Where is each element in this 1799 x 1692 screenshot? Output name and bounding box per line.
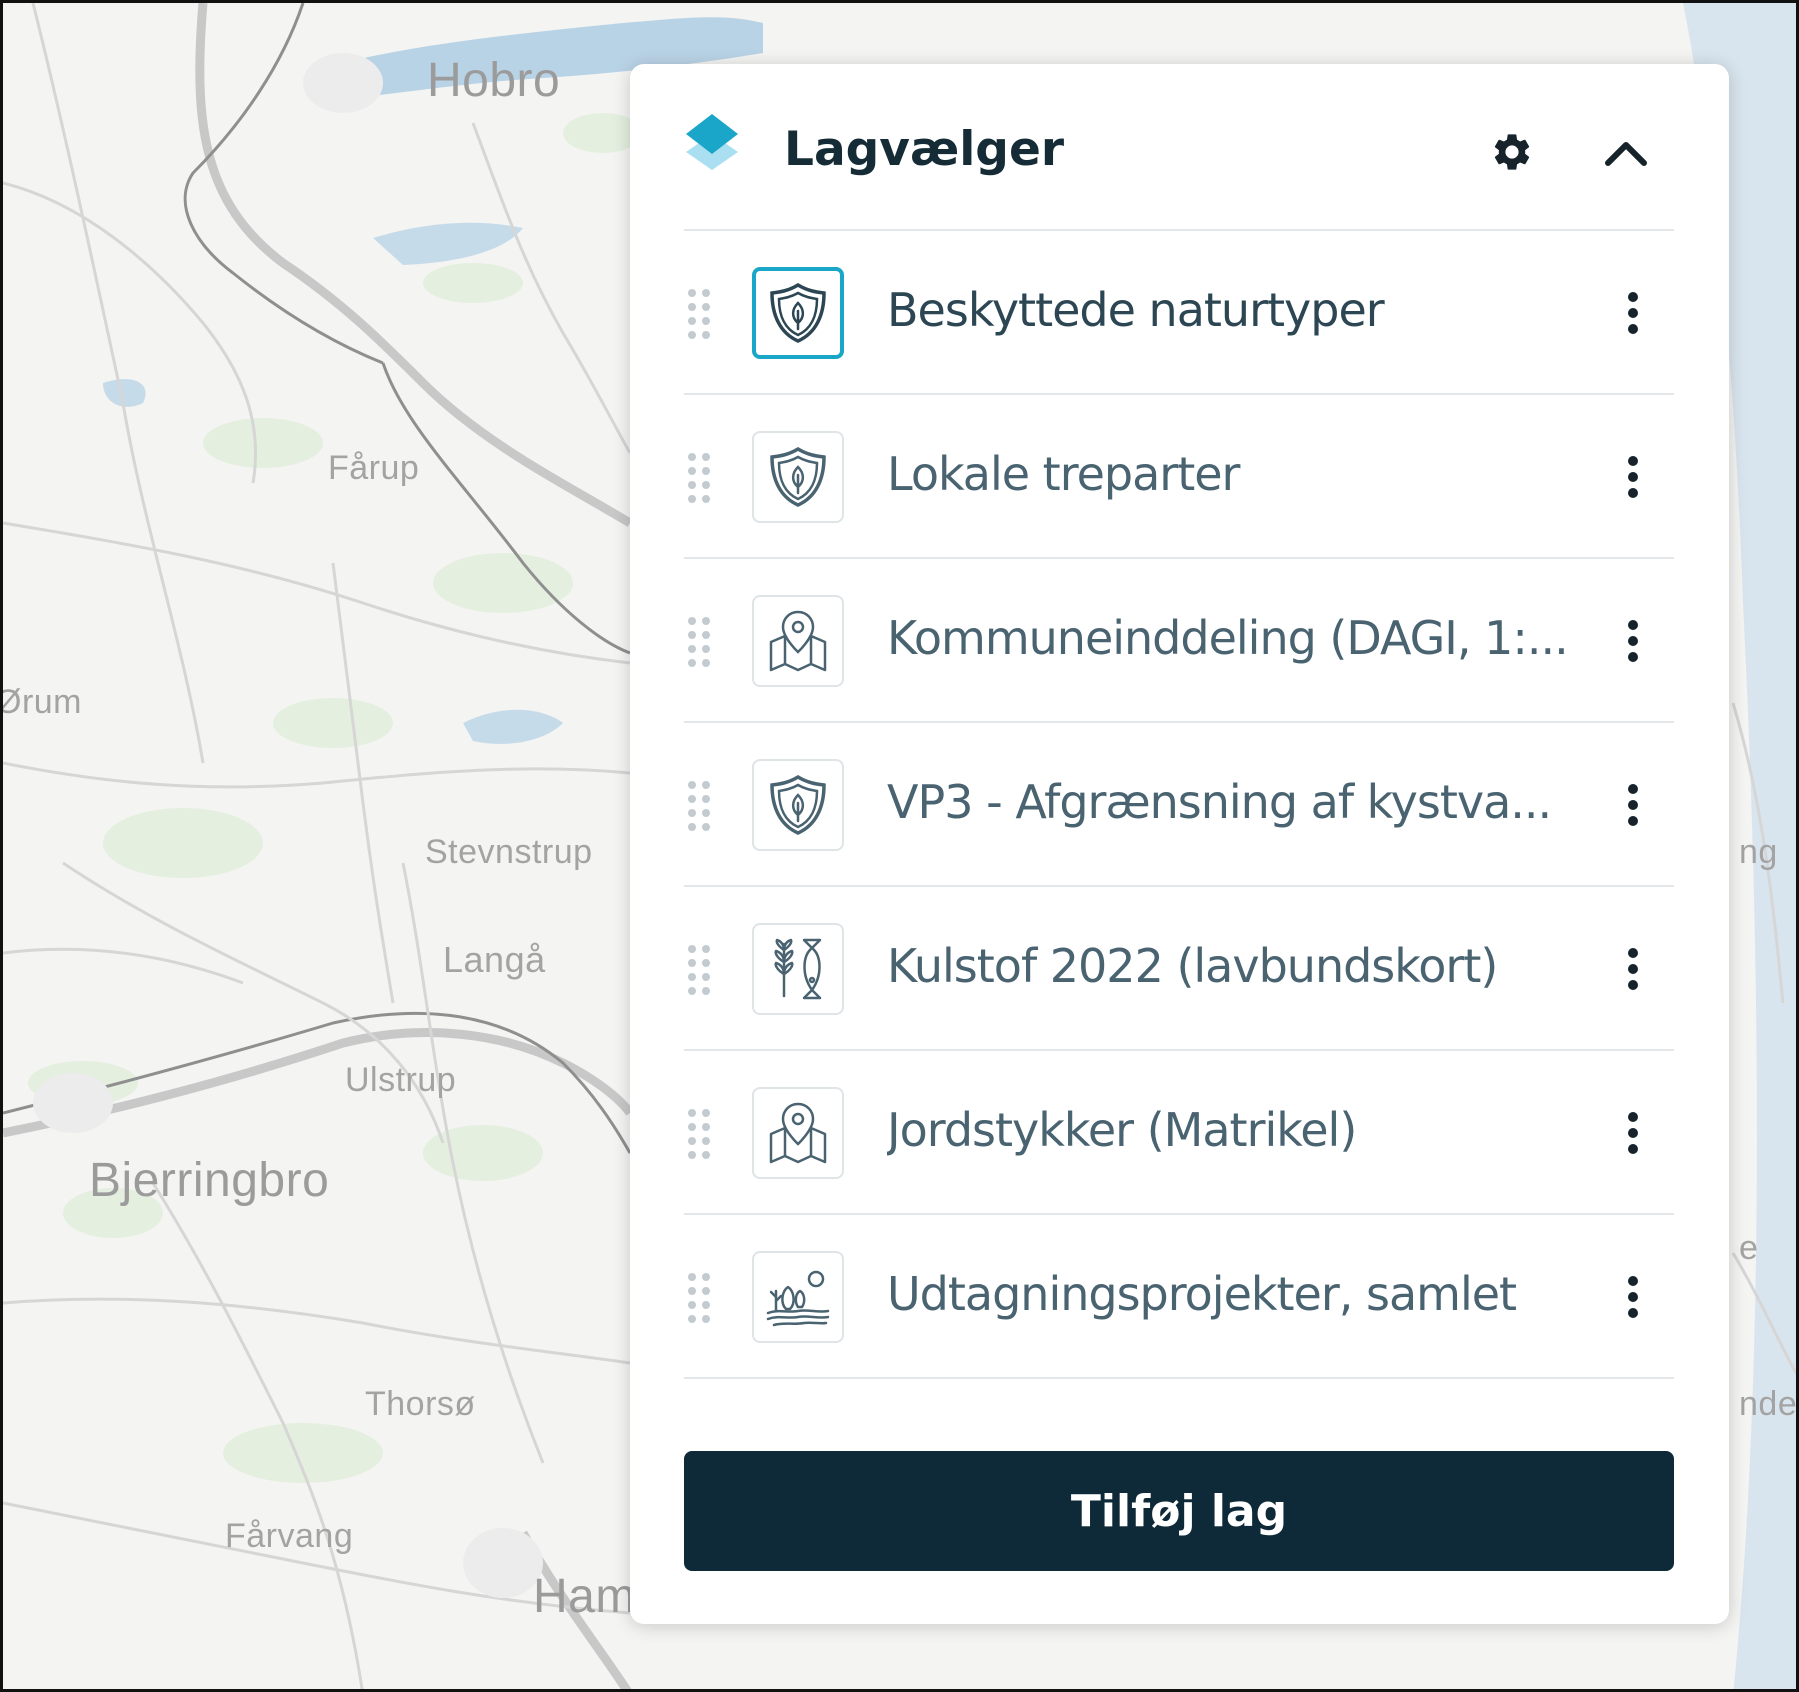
layer-row-vp3-afgraensning[interactable]: VP3 - Afgrænsning af kystva... bbox=[684, 723, 1674, 887]
landscape-icon bbox=[766, 1270, 830, 1327]
layer-list: Beskyttede naturtyper Lokale treparter K… bbox=[684, 231, 1674, 1379]
map-label-farup: Fårup bbox=[328, 449, 420, 487]
map-label-farvang: Fårvang bbox=[225, 1517, 354, 1555]
panel-header: Lagvælger bbox=[684, 104, 1674, 204]
layer-thumbnail bbox=[752, 267, 844, 359]
more-vertical-icon bbox=[1628, 1276, 1638, 1318]
settings-button[interactable] bbox=[1484, 124, 1540, 180]
screenshot-frame: Hobro Fårup Ørum Stevnstrup Langå Ulstru… bbox=[0, 0, 1799, 1692]
drag-handle-icon[interactable] bbox=[684, 1271, 714, 1327]
layer-thumbnail bbox=[752, 431, 844, 523]
layer-picker-panel: Lagvælger Beskyttede naturtyper Lokale t… bbox=[630, 64, 1729, 1624]
map-label-edge-nde: nde bbox=[1739, 1385, 1798, 1423]
layer-thumbnail bbox=[752, 1251, 844, 1343]
layer-row-kulstof-2022[interactable]: Kulstof 2022 (lavbundskort) bbox=[684, 887, 1674, 1051]
collapse-button[interactable] bbox=[1596, 122, 1656, 182]
more-vertical-icon bbox=[1628, 948, 1638, 990]
chevron-up-icon bbox=[1605, 142, 1647, 166]
drag-handle-icon[interactable] bbox=[684, 1107, 714, 1163]
layer-more-button[interactable] bbox=[1618, 1105, 1648, 1161]
wheat-fish-icon bbox=[774, 938, 822, 1000]
layer-label: Kulstof 2022 (lavbundskort) bbox=[887, 939, 1498, 993]
layer-label: Lokale treparter bbox=[887, 447, 1240, 501]
more-vertical-icon bbox=[1628, 292, 1638, 334]
shield-leaf-icon bbox=[770, 774, 826, 835]
layer-label: VP3 - Afgrænsning af kystva... bbox=[887, 775, 1552, 829]
shield-leaf-icon bbox=[770, 282, 826, 343]
layer-label: Udtagningsprojekter, samlet bbox=[887, 1267, 1517, 1321]
drag-handle-icon[interactable] bbox=[684, 943, 714, 999]
shield-leaf-icon bbox=[770, 446, 826, 507]
add-layer-button[interactable]: Tilføj lag bbox=[684, 1451, 1674, 1571]
layer-more-button[interactable] bbox=[1618, 285, 1648, 341]
map-pin-icon bbox=[769, 1102, 827, 1164]
gear-icon bbox=[1494, 134, 1530, 170]
map-label-orum: Ørum bbox=[0, 683, 82, 721]
layer-more-button[interactable] bbox=[1618, 1269, 1648, 1325]
layer-more-button[interactable] bbox=[1618, 777, 1648, 833]
map-label-ulstrup: Ulstrup bbox=[345, 1061, 457, 1099]
layer-label: Beskyttede naturtyper bbox=[887, 283, 1385, 337]
layer-label: Kommuneinddeling (DAGI, 1:... bbox=[887, 611, 1569, 665]
layer-row-kommuneinddeling[interactable]: Kommuneinddeling (DAGI, 1:... bbox=[684, 559, 1674, 723]
map-label-stevnstrup: Stevnstrup bbox=[425, 833, 593, 871]
layer-row-udtagningsprojekter[interactable]: Udtagningsprojekter, samlet bbox=[684, 1215, 1674, 1379]
map-label-edge-e: e bbox=[1739, 1229, 1759, 1267]
map-label-hobro: Hobro bbox=[427, 54, 561, 107]
layer-row-beskyttede-naturtyper[interactable]: Beskyttede naturtyper bbox=[684, 231, 1674, 395]
layer-row-jordstykker[interactable]: Jordstykker (Matrikel) bbox=[684, 1051, 1674, 1215]
layer-thumbnail bbox=[752, 923, 844, 1015]
layer-thumbnail bbox=[752, 595, 844, 687]
more-vertical-icon bbox=[1628, 620, 1638, 662]
panel-title: Lagvælger bbox=[784, 122, 1065, 177]
layers-logo-icon bbox=[686, 114, 738, 170]
map-label-bjerringbro: Bjerringbro bbox=[89, 1154, 330, 1207]
drag-handle-icon[interactable] bbox=[684, 451, 714, 507]
layer-thumbnail bbox=[752, 1087, 844, 1179]
layer-thumbnail bbox=[752, 759, 844, 851]
layer-more-button[interactable] bbox=[1618, 449, 1648, 505]
map-label-ham: Ham bbox=[533, 1570, 636, 1623]
layer-more-button[interactable] bbox=[1618, 941, 1648, 997]
map-label-langa: Langå bbox=[443, 939, 546, 980]
map-label-edge-ng: ng bbox=[1739, 833, 1778, 871]
drag-handle-icon[interactable] bbox=[684, 615, 714, 671]
map-pin-icon bbox=[769, 610, 827, 672]
layer-row-lokale-treparter[interactable]: Lokale treparter bbox=[684, 395, 1674, 559]
layer-label: Jordstykker (Matrikel) bbox=[887, 1103, 1357, 1157]
more-vertical-icon bbox=[1628, 1112, 1638, 1154]
layer-more-button[interactable] bbox=[1618, 613, 1648, 669]
map-label-thorso: Thorsø bbox=[365, 1385, 476, 1423]
more-vertical-icon bbox=[1628, 456, 1638, 498]
drag-handle-icon[interactable] bbox=[684, 287, 714, 343]
more-vertical-icon bbox=[1628, 784, 1638, 826]
drag-handle-icon[interactable] bbox=[684, 779, 714, 835]
